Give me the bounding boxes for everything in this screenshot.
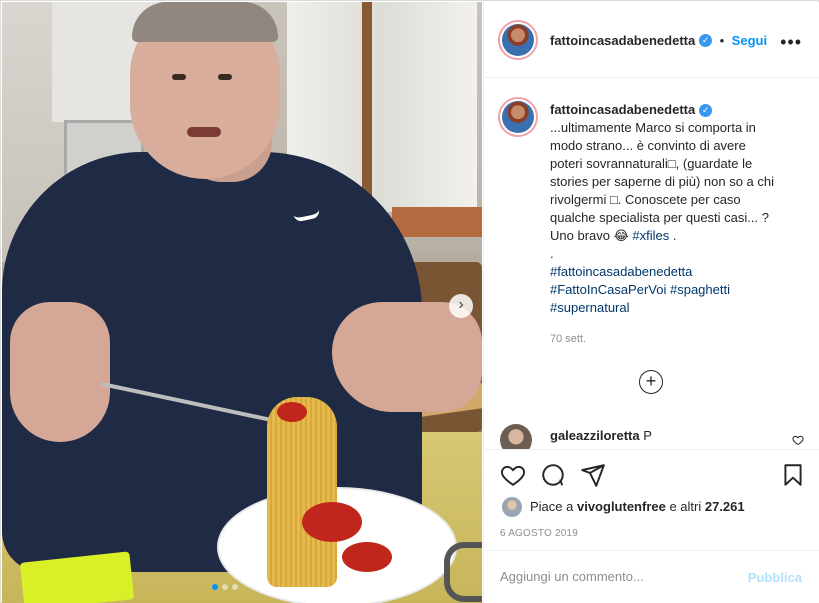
caption-dot: . xyxy=(550,246,554,261)
post-panel: fattoincasadabenedetta ✓ • Segui ••• fatt… xyxy=(483,2,819,603)
carousel-next-button[interactable]: › xyxy=(449,294,473,318)
comment-button[interactable] xyxy=(540,462,566,488)
share-button[interactable] xyxy=(580,462,606,488)
like-button[interactable] xyxy=(500,462,526,488)
caption-username[interactable]: fattoincasadabenedetta xyxy=(550,102,695,117)
caption-line-last: Uno bravo 😂 #xfiles . xyxy=(550,227,800,245)
likes-middle: e altri xyxy=(665,499,705,514)
post-header: fattoincasadabenedetta ✓ • Segui ••• xyxy=(484,2,819,78)
post-modal: › fattoincasadabenedetta ✓ • Segui ••• f… xyxy=(0,0,819,603)
caption-line: ...ultimamente Marco si comporta in xyxy=(550,120,756,135)
more-options-icon[interactable]: ••• xyxy=(780,32,802,53)
caption-line: qualche specialista per questi casi... ? xyxy=(550,210,769,225)
hashtag-line: #FattoInCasaPerVoi #spaghetti xyxy=(550,281,800,299)
heart-icon xyxy=(792,435,804,446)
follow-button[interactable]: Segui xyxy=(732,33,767,48)
heart-icon xyxy=(501,465,525,486)
liker-avatar[interactable] xyxy=(502,497,522,517)
shelf xyxy=(392,207,482,237)
verified-icon: ✓ xyxy=(699,104,713,118)
caption: fattoincasadabenedetta ✓ ...ultimamente M… xyxy=(550,101,800,317)
caption-line: poteri sovrannaturali□, (guardate le xyxy=(550,156,753,171)
save-button[interactable] xyxy=(780,462,806,488)
likes-prefix: Piace a xyxy=(530,499,577,514)
sauce-plate-2 xyxy=(342,542,392,572)
carousel-dot xyxy=(222,584,228,590)
caption-avatar[interactable] xyxy=(498,97,538,137)
plus-circle-icon[interactable]: + xyxy=(639,370,663,394)
header-user-row: fattoincasadabenedetta ✓ • Segui xyxy=(550,32,767,50)
carousel-dots xyxy=(212,584,238,590)
likes-summary: Piace a vivoglutenfree e altri 27.261 xyxy=(500,496,810,518)
person-mouth xyxy=(187,127,221,137)
author-avatar[interactable] xyxy=(498,20,538,60)
likes-count[interactable]: 27.261 xyxy=(705,499,745,514)
post-date[interactable]: 6 AGOSTO 2019 xyxy=(500,528,578,539)
sauce-plate xyxy=(302,502,362,542)
avatar-image xyxy=(502,24,534,56)
window-frame xyxy=(362,2,372,212)
caption-header: fattoincasadabenedetta ✓ xyxy=(550,101,800,119)
author-username[interactable]: fattoincasadabenedetta xyxy=(550,33,695,48)
share-icon xyxy=(581,464,605,487)
avatar-image xyxy=(502,101,534,133)
hashtag-line: #fattoincasadabenedetta xyxy=(550,263,800,281)
hashtag-link[interactable]: #xfiles xyxy=(632,228,669,243)
hashtag-link[interactable]: #FattoInCasaPerVoi xyxy=(550,282,666,297)
action-bar xyxy=(484,449,819,497)
comment-text: P xyxy=(643,428,652,443)
carousel-dot xyxy=(232,584,238,590)
caption-time[interactable]: 70 sett. xyxy=(550,333,586,345)
bookmark-icon xyxy=(784,464,802,486)
sauce-top xyxy=(277,402,307,422)
spaghetti xyxy=(267,397,337,587)
caption-line: rivolgermi □. Conoscete per caso xyxy=(550,192,741,207)
commenter-row: galeazziloretta P xyxy=(550,428,652,443)
comment-icon xyxy=(542,464,564,486)
verified-icon: ✓ xyxy=(699,34,713,48)
person-hand-right xyxy=(332,302,482,412)
liker-username[interactable]: vivoglutenfree xyxy=(577,499,666,514)
person-eye-right xyxy=(218,74,232,80)
publish-button[interactable]: Pubblica xyxy=(748,570,802,585)
caption-line: modo strano... è convinto di avere xyxy=(550,138,746,153)
person-hair xyxy=(132,2,278,42)
person-eye-left xyxy=(172,74,186,80)
hashtag-line: #supernatural xyxy=(550,299,800,317)
comment-like-button[interactable] xyxy=(792,434,804,446)
carousel-dot xyxy=(212,584,218,590)
hashtag-link[interactable]: #fattoincasadabenedetta xyxy=(550,264,692,279)
comments-section[interactable]: fattoincasadabenedetta ✓ ...ultimamente M… xyxy=(484,79,819,449)
hashtag-link[interactable]: #spaghetti xyxy=(670,282,730,297)
hashtag-link[interactable]: #supernatural xyxy=(550,300,630,315)
post-photo[interactable]: › xyxy=(2,2,482,603)
likes-text: Piace a vivoglutenfree e altri 27.261 xyxy=(530,499,745,514)
pot-handle xyxy=(444,542,482,602)
follow-separator: • xyxy=(719,33,725,48)
caption-line: stories per saperne di più) non so a chi xyxy=(550,174,775,189)
caption-tail: . xyxy=(669,228,677,243)
caption-line: Uno bravo 😂 xyxy=(550,228,629,243)
chevron-right-icon: › xyxy=(458,296,464,313)
commenter-avatar[interactable] xyxy=(500,424,532,449)
comment-input[interactable] xyxy=(500,569,740,584)
comment-item: galeazziloretta P xyxy=(500,424,810,449)
commenter-username[interactable]: galeazziloretta xyxy=(550,428,640,443)
person-hand-left xyxy=(10,302,110,442)
add-comment-bar: Pubblica xyxy=(484,550,819,603)
